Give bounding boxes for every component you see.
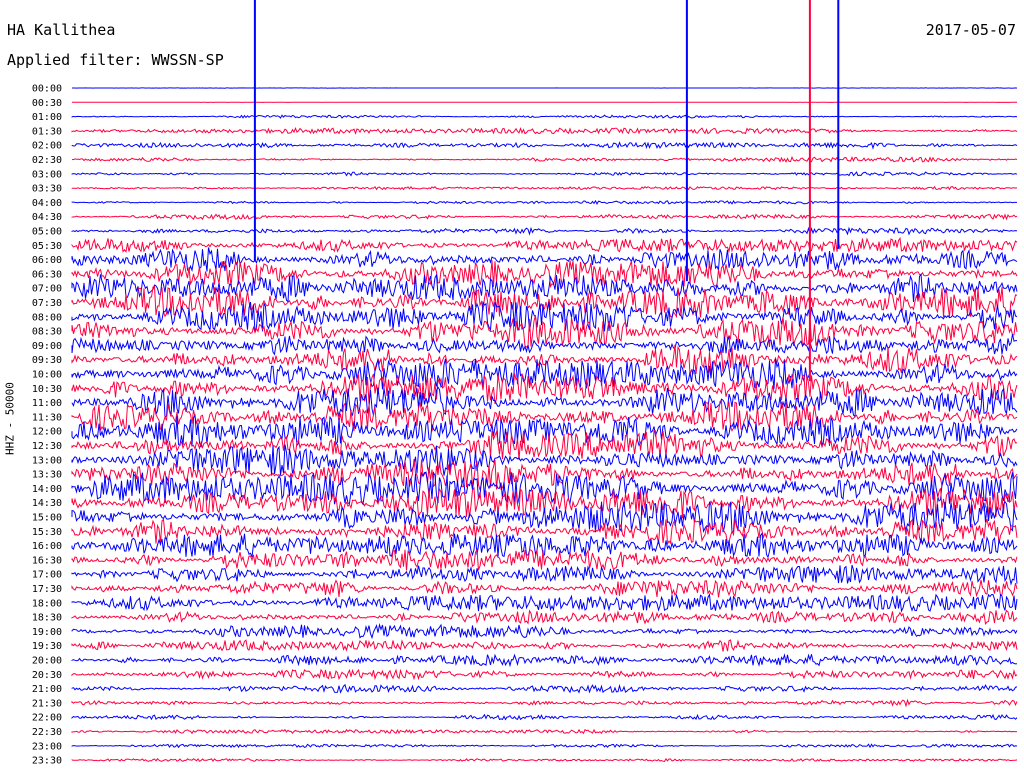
- spike-layer: [253, 0, 840, 382]
- tick-label: 19:00: [32, 627, 62, 638]
- trace-row-1700: [71, 564, 1018, 586]
- tick-label: 03:30: [32, 184, 62, 195]
- tick-label: 09:00: [32, 341, 62, 352]
- tick-label: 23:00: [32, 741, 62, 752]
- trace-row-0230: [71, 155, 1018, 163]
- tick-label: 20:30: [32, 670, 62, 681]
- tick-label: 08:30: [32, 327, 62, 338]
- tick-label: 01:30: [32, 126, 62, 137]
- tick-label: 00:30: [32, 98, 62, 109]
- trace-row-1800: [71, 593, 1018, 613]
- tick-label: 22:30: [32, 727, 62, 738]
- trace-row-2230: [71, 728, 1018, 735]
- trace-row-2330: [71, 758, 1018, 762]
- tick-label: 12:00: [32, 427, 62, 438]
- tick-label: 13:30: [32, 470, 62, 481]
- trace-row-0130: [71, 126, 1018, 135]
- tick-label: 13:00: [32, 455, 62, 466]
- trace-row-0100: [71, 114, 1018, 119]
- tick-label: 22:00: [32, 713, 62, 724]
- tick-label: 09:30: [32, 355, 62, 366]
- tick-label: 04:30: [32, 212, 62, 223]
- trace-row-2030: [71, 668, 1018, 681]
- trace-row-2300: [71, 743, 1018, 749]
- tick-label: 15:30: [32, 527, 62, 538]
- seismogram-plot: 00:00 00:30 01:00 01:30 02:00 02:30 03:00 03:30…: [32, 0, 1018, 767]
- tick-label: 19:30: [32, 641, 62, 652]
- tick-label: 03:00: [32, 169, 62, 180]
- tick-label: 21:00: [32, 684, 62, 695]
- trace-row-0200: [71, 141, 1018, 150]
- tick-label: 06:00: [32, 255, 62, 266]
- trace-row-0430: [71, 213, 1018, 221]
- tick-label: 01:00: [32, 112, 62, 123]
- trace-row-0930: [71, 344, 1018, 375]
- trace-row-0630: [71, 260, 1018, 289]
- tick-label: 21:30: [32, 698, 62, 709]
- trace-row-2130: [71, 698, 1018, 708]
- tick-label: 05:30: [32, 241, 62, 252]
- tick-label: 00:00: [32, 84, 62, 95]
- tick-label-layer: 00:00 00:30 01:00 01:30 02:00 02:30 03:00 03:30…: [32, 84, 62, 767]
- trace-row-0530: [71, 236, 1018, 254]
- tick-label: 02:30: [32, 155, 62, 166]
- tick-label: 17:00: [32, 570, 62, 581]
- tick-label: 02:00: [32, 141, 62, 152]
- tick-label: 04:00: [32, 198, 62, 209]
- tick-label: 14:00: [32, 484, 62, 495]
- tick-label: 05:00: [32, 227, 62, 238]
- tick-label: 07:30: [32, 298, 62, 309]
- tick-label: 11:30: [32, 412, 62, 423]
- tick-label: 16:30: [32, 555, 62, 566]
- trace-row-2000: [71, 653, 1018, 668]
- trace-row-0400: [71, 199, 1017, 205]
- trace-row-0300: [71, 171, 1018, 177]
- tick-label: 16:00: [32, 541, 62, 552]
- tick-label: 23:30: [32, 756, 62, 767]
- tick-label: 17:30: [32, 584, 62, 595]
- trace-row-1600: [71, 532, 1018, 559]
- trace-row-0500: [71, 226, 1018, 236]
- trace-row-1900: [71, 622, 1018, 640]
- tick-label: 20:00: [32, 656, 62, 667]
- tick-label: 07:00: [32, 284, 62, 295]
- trace-row-1530: [71, 518, 1018, 546]
- trace-row-2100: [71, 683, 1018, 694]
- trace-row-1930: [71, 639, 1018, 652]
- tick-label: 14:30: [32, 498, 62, 509]
- tick-label: 10:30: [32, 384, 62, 395]
- trace-layer: [71, 87, 1018, 762]
- tick-label: 11:00: [32, 398, 62, 409]
- tick-label: 08:00: [32, 312, 62, 323]
- trace-row-1830: [71, 609, 1018, 625]
- tick-label: 06:30: [32, 269, 62, 280]
- trace-row-0600: [71, 247, 1018, 273]
- trace-row-0330: [71, 185, 1018, 191]
- trace-row-1730: [71, 579, 1018, 598]
- tick-label: 12:30: [32, 441, 62, 452]
- trace-row-0900: [71, 334, 1017, 356]
- trace-row-2200: [71, 713, 1018, 721]
- tick-label: 10:00: [32, 370, 62, 381]
- tick-label: 18:00: [32, 598, 62, 609]
- tick-label: 18:30: [32, 613, 62, 624]
- tick-label: 15:00: [32, 513, 62, 524]
